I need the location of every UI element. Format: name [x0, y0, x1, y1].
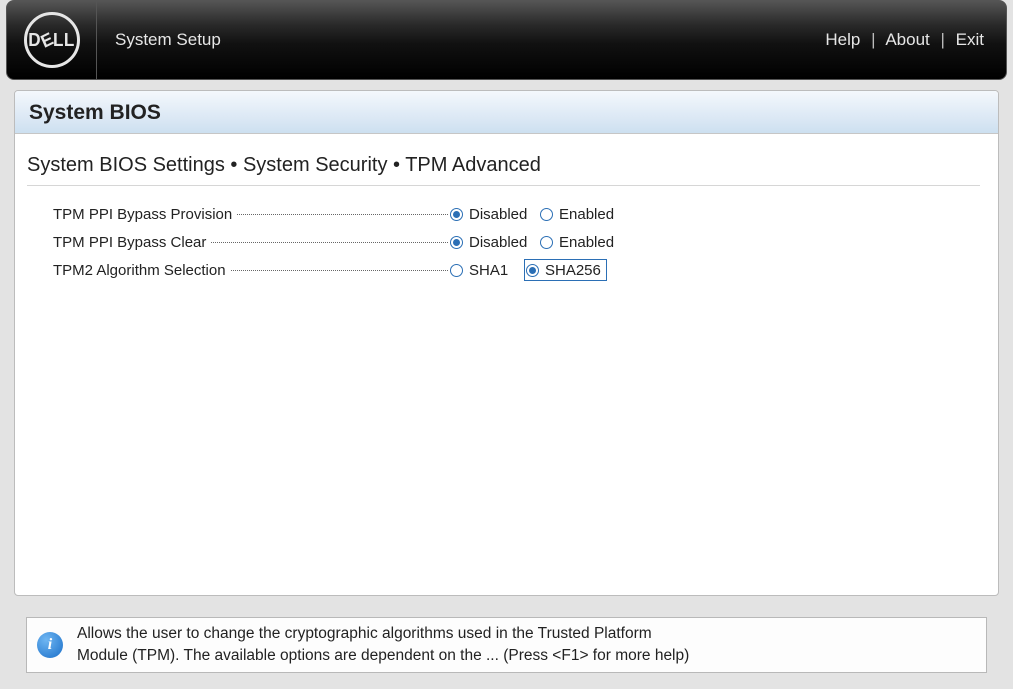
help-text: Allows the user to change the cryptograp…: [77, 623, 689, 667]
radio-option-sha1[interactable]: SHA1: [448, 259, 524, 281]
info-icon: i: [37, 632, 63, 658]
setting-label: TPM PPI Bypass Clear: [53, 234, 448, 251]
app-header: DELL System Setup Help | About | Exit: [6, 0, 1007, 80]
radio-icon: [540, 236, 553, 249]
setting-options: Disabled Enabled: [448, 231, 628, 253]
setting-row-tpm-ppi-bypass-clear: TPM PPI Bypass Clear Disabled Enabled: [53, 228, 980, 256]
option-label: SHA256: [545, 262, 601, 279]
radio-option-disabled[interactable]: Disabled: [448, 231, 538, 253]
dell-logo: DELL: [24, 12, 80, 68]
help-link[interactable]: Help: [825, 30, 860, 49]
settings-list: TPM PPI Bypass Provision Disabled Enable…: [53, 200, 980, 284]
link-separator: |: [871, 30, 875, 49]
help-box: i Allows the user to change the cryptogr…: [26, 617, 987, 673]
option-label: Enabled: [559, 206, 614, 223]
radio-option-enabled[interactable]: Enabled: [538, 231, 628, 253]
option-label: Disabled: [469, 206, 527, 223]
radio-icon: [450, 264, 463, 277]
header-links: Help | About | Exit: [825, 30, 984, 50]
about-link[interactable]: About: [885, 30, 929, 49]
panel-body: System BIOS Settings • System Security •…: [15, 134, 998, 294]
main-panel: System BIOS System BIOS Settings • Syste…: [14, 90, 999, 596]
breadcrumb: System BIOS Settings • System Security •…: [27, 154, 980, 186]
option-label: SHA1: [469, 262, 508, 279]
setting-label: TPM2 Algorithm Selection: [53, 262, 448, 279]
setting-label: TPM PPI Bypass Provision: [53, 206, 448, 223]
setting-row-tpm-ppi-bypass-provision: TPM PPI Bypass Provision Disabled Enable…: [53, 200, 980, 228]
radio-option-enabled[interactable]: Enabled: [538, 203, 628, 225]
radio-icon: [450, 208, 463, 221]
app-title: System Setup: [115, 30, 221, 50]
option-label: Disabled: [469, 234, 527, 251]
dell-logo-text: DELL: [28, 30, 75, 51]
setting-options: SHA1 SHA256: [448, 259, 607, 281]
exit-link[interactable]: Exit: [956, 30, 984, 49]
option-label: Enabled: [559, 234, 614, 251]
panel-title: System BIOS: [15, 91, 998, 134]
radio-icon: [450, 236, 463, 249]
setting-options: Disabled Enabled: [448, 203, 628, 225]
radio-option-disabled[interactable]: Disabled: [448, 203, 538, 225]
radio-option-sha256[interactable]: SHA256: [524, 259, 607, 281]
radio-icon: [540, 208, 553, 221]
link-separator: |: [941, 30, 945, 49]
logo-container: DELL: [7, 1, 97, 79]
setting-row-tpm2-algorithm-selection: TPM2 Algorithm Selection SHA1 SHA256: [53, 256, 980, 284]
radio-icon: [526, 264, 539, 277]
